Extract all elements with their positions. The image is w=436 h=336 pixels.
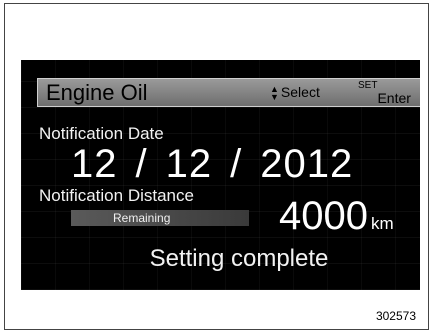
distance-value: 4000	[279, 194, 368, 238]
date-year: 2012	[260, 142, 354, 186]
status-message: Setting complete	[149, 245, 329, 272]
date-separator: /	[135, 142, 148, 186]
enter-label: Enter	[377, 90, 411, 106]
select-label: Select	[280, 84, 320, 100]
figure-frame: Engine Oil ▲ ▼ Select SET Enter Notificat…	[4, 3, 429, 330]
notification-date-label: Notification Date	[39, 124, 164, 143]
distance-unit: km	[370, 214, 394, 233]
date-separator: /	[230, 142, 243, 186]
figure-id: 302573	[375, 309, 416, 323]
set-label: SET	[358, 80, 378, 91]
date-day: 12	[165, 142, 213, 186]
select-hint: ▲ ▼ Select	[270, 83, 320, 102]
notification-distance-label: Notification Distance	[39, 186, 194, 205]
date-month: 12	[71, 142, 118, 186]
display-screen: Engine Oil ▲ ▼ Select SET Enter Notificat…	[21, 60, 420, 290]
remaining-label: Remaining	[113, 211, 171, 225]
enter-hint: SET Enter	[358, 81, 411, 107]
notification-date-value: 12 / 12 / 2012	[71, 142, 353, 186]
menu-header-bar: Engine Oil ▲ ▼ Select SET Enter	[37, 78, 420, 107]
remaining-bar: Remaining	[71, 210, 249, 226]
distance-readout: 4000 km	[279, 194, 394, 238]
header-title: Engine Oil	[46, 80, 148, 105]
up-down-arrows-icon: ▲ ▼	[270, 84, 279, 102]
